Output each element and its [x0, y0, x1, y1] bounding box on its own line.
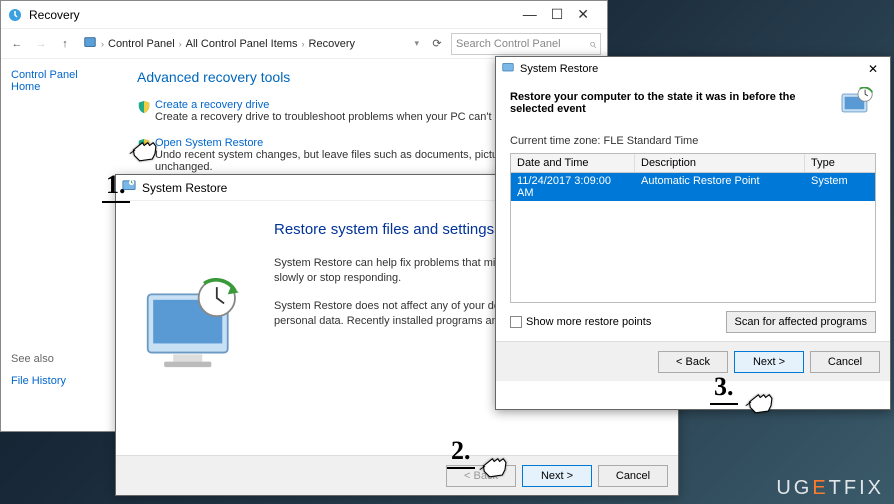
pointer-hand-icon	[478, 448, 514, 484]
search-input[interactable]: Search Control Panel	[451, 33, 601, 55]
refresh-icon[interactable]: ⟳	[427, 37, 447, 50]
checkbox-icon	[510, 316, 522, 328]
points-title: System Restore	[520, 63, 598, 75]
show-more-label: Show more restore points	[526, 316, 651, 328]
up-arrow-icon[interactable]: ↑	[55, 34, 75, 54]
restore-points-window: System Restore ✕ Restore your computer t…	[495, 56, 891, 410]
monitor-clock-icon	[140, 278, 250, 378]
col-type[interactable]: Type	[805, 154, 875, 172]
next-button[interactable]: Next >	[734, 351, 804, 373]
pointer-hand-icon	[128, 132, 164, 168]
cell-date: 11/24/2017 3:09:00 AM	[511, 173, 635, 201]
recovery-icon	[7, 7, 23, 23]
control-panel-home-link[interactable]: Control Panel Home	[11, 69, 109, 93]
breadcrumb-dropdown-icon[interactable]: ▾	[410, 38, 423, 49]
wizard-graphic	[116, 201, 274, 455]
restore-points-table: Date and Time Description Type 11/24/201…	[510, 153, 876, 303]
monitor-clock-icon	[840, 87, 876, 119]
step-3-label: 3.	[710, 372, 738, 405]
search-placeholder: Search Control Panel	[456, 38, 561, 50]
close-button[interactable]: ✕	[862, 62, 884, 76]
scan-affected-button[interactable]: Scan for affected programs	[726, 311, 876, 333]
table-row[interactable]: 11/24/2017 3:09:00 AM Automatic Restore …	[511, 173, 875, 201]
points-heading: Restore your computer to the state it wa…	[510, 91, 830, 115]
points-icon	[502, 62, 514, 77]
wizard-footer: < Back Next > Cancel	[116, 455, 678, 495]
step-2-label: 2.	[447, 436, 475, 469]
back-arrow-icon[interactable]: ←	[7, 34, 27, 54]
show-more-checkbox[interactable]: Show more restore points	[510, 316, 651, 328]
breadcrumb-icon	[83, 35, 97, 52]
file-history-link[interactable]: File History	[11, 375, 109, 387]
cell-desc: Automatic Restore Point	[635, 173, 805, 201]
forward-arrow-icon[interactable]: →	[31, 34, 51, 54]
table-header: Date and Time Description Type	[511, 154, 875, 173]
breadcrumb-item[interactable]: Control Panel	[108, 38, 175, 50]
recovery-titlebar: Recovery — ☐ ✕	[1, 1, 607, 29]
recovery-title: Recovery	[29, 8, 511, 22]
points-titlebar: System Restore ✕	[496, 57, 890, 81]
sidebar: Control Panel Home See also File History	[1, 59, 119, 431]
step-1-label: 1.	[102, 170, 130, 203]
window-controls: — ☐ ✕	[511, 6, 601, 23]
breadcrumb-item[interactable]: All Control Panel Items	[186, 38, 298, 50]
cancel-button[interactable]: Cancel	[810, 351, 880, 373]
col-date[interactable]: Date and Time	[511, 154, 635, 172]
back-button[interactable]: < Back	[658, 351, 728, 373]
minimize-button[interactable]: —	[523, 6, 537, 23]
breadcrumb-item[interactable]: Recovery	[309, 38, 355, 50]
cell-type: System	[805, 173, 875, 201]
see-also-label: See also	[11, 353, 109, 365]
watermark: UGETFIX	[776, 477, 884, 500]
col-description[interactable]: Description	[635, 154, 805, 172]
watermark-text: UG	[776, 477, 812, 499]
watermark-text: TFIX	[829, 477, 884, 499]
pointer-hand-icon	[744, 384, 780, 420]
close-button[interactable]: ✕	[577, 6, 589, 23]
timezone-label: Current time zone: FLE Standard Time	[496, 129, 890, 153]
next-button[interactable]: Next >	[522, 465, 592, 487]
address-bar: ← → ↑ › Control Panel› All Control Panel…	[1, 29, 607, 59]
watermark-accent: E	[812, 477, 828, 499]
points-footer: < Back Next > Cancel	[496, 341, 890, 381]
shield-icon	[137, 100, 151, 114]
wizard-title: System Restore	[142, 181, 227, 195]
maximize-button[interactable]: ☐	[551, 6, 564, 23]
breadcrumb[interactable]: › Control Panel› All Control Panel Items…	[79, 33, 406, 54]
cancel-button[interactable]: Cancel	[598, 465, 668, 487]
